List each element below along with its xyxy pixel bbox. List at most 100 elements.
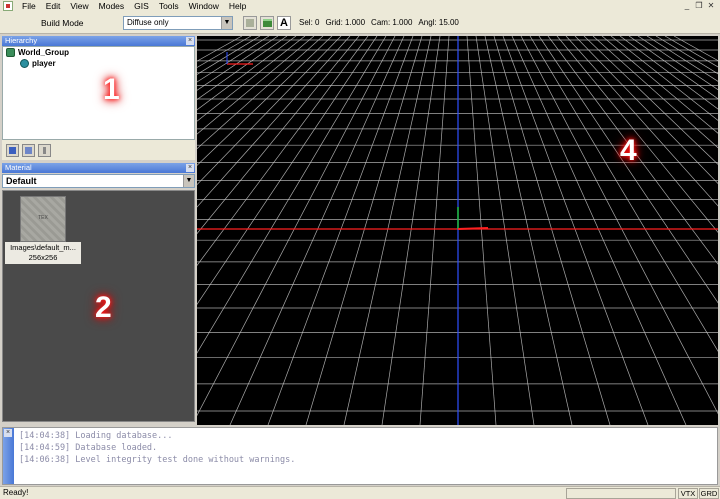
grid-line — [343, 36, 432, 425]
menu-tools[interactable]: Tools — [154, 0, 184, 12]
terrain-tool-button[interactable] — [260, 15, 274, 30]
grid-line — [547, 36, 718, 265]
chevron-down-icon[interactable]: ▼ — [221, 16, 232, 29]
grid-line — [646, 36, 718, 82]
selection-count: Sel: 0 — [299, 18, 320, 27]
hierarchy-toolbar — [2, 140, 195, 160]
viewport-stats: Sel: 0 Grid: 1.000 Cam: 1.000 Angl: 15.0… — [299, 18, 459, 27]
grid-line — [267, 36, 414, 425]
sort-icon — [9, 146, 16, 154]
grid-line — [197, 36, 252, 68]
grid-line — [475, 36, 535, 425]
minimize-icon[interactable]: _ — [682, 1, 692, 11]
grid-line — [229, 36, 405, 425]
tree-item-label: World_Group — [18, 48, 69, 57]
grid-size: Grid: 1.000 — [325, 18, 366, 27]
menu-modes[interactable]: Modes — [94, 0, 130, 12]
grid-line — [466, 36, 497, 425]
wireframe-tool-button[interactable] — [243, 15, 257, 30]
grid-line — [574, 36, 718, 185]
window-controls: _ ❒ ✕ — [682, 1, 720, 11]
grid-line — [197, 36, 306, 122]
menu-bar: File Edit View Modes GIS Tools Window He… — [0, 0, 720, 12]
grd-indicator[interactable]: GRD — [699, 488, 719, 499]
menu-view[interactable]: View — [65, 0, 93, 12]
log-line: [14:04:38] Loading database... — [19, 431, 173, 441]
grid-line — [197, 36, 387, 354]
console-title-strip: × — [3, 428, 14, 484]
material-thumbnail[interactable]: TEX — [20, 196, 66, 242]
grid-line — [381, 36, 441, 425]
menu-gis[interactable]: GIS — [129, 0, 154, 12]
grid-line — [197, 36, 261, 75]
angle-snap: Angl: 15.00 — [418, 18, 459, 27]
grid-line — [197, 36, 351, 208]
grid-line — [197, 36, 315, 135]
grid-line — [197, 36, 360, 235]
material-select[interactable]: Default ▼ — [2, 174, 195, 188]
hierarchy-title-text: Hierarchy — [5, 36, 38, 45]
render-mode-value: Diffuse only — [127, 18, 169, 27]
grid-line — [565, 36, 718, 207]
toolbar: Build Mode Diffuse only ▼ A Sel: 0 Grid:… — [0, 12, 720, 34]
grid-line — [197, 36, 396, 417]
tree-item-player[interactable]: player — [3, 58, 194, 69]
3d-viewport[interactable] — [197, 36, 718, 425]
tree-item-label: player — [32, 59, 56, 68]
material-item-label[interactable]: Images\default_m... 256x256 — [5, 242, 81, 264]
options-icon — [43, 146, 46, 154]
filter-button[interactable] — [22, 143, 35, 157]
hierarchy-tree: World_Group player — [2, 46, 195, 140]
material-item-path: Images\default_m... — [10, 243, 76, 252]
restore-icon[interactable]: ❒ — [694, 1, 704, 11]
grid-line — [197, 36, 279, 91]
grid-line — [628, 36, 718, 100]
viewport-grid — [197, 36, 718, 425]
grid-line — [520, 36, 718, 415]
chevron-down-icon[interactable]: ▼ — [183, 175, 194, 187]
menu-edit[interactable]: Edit — [41, 0, 66, 12]
grid-line — [529, 36, 718, 352]
sort-button[interactable] — [6, 143, 19, 157]
grid-line — [197, 36, 324, 150]
terrain-icon — [262, 18, 272, 27]
hierarchy-panel-title: Hierarchy × — [2, 36, 195, 46]
grid-line — [197, 36, 342, 186]
vtx-indicator[interactable]: VTX — [678, 488, 698, 499]
grid-line — [484, 36, 573, 425]
grid-line — [592, 36, 718, 149]
log-line: [14:04:59] Database loaded. — [19, 443, 158, 453]
text-tool-button[interactable]: A — [277, 15, 291, 30]
close-icon[interactable]: ✕ — [706, 1, 716, 11]
material-select-value: Default — [6, 176, 37, 186]
grid-line — [619, 36, 718, 110]
menu-file[interactable]: File — [17, 0, 41, 12]
thumbnail-caption: TEX — [38, 215, 48, 221]
status-text: Ready! — [3, 488, 29, 497]
material-title-text: Material — [5, 163, 32, 172]
options-button[interactable] — [38, 143, 51, 157]
grid-line — [511, 36, 687, 425]
grid-line — [538, 36, 718, 304]
grid-line — [197, 36, 378, 305]
app-icon[interactable] — [3, 1, 13, 11]
grid-line — [637, 36, 718, 91]
build-mode-label: Build Mode — [41, 17, 84, 28]
menu-window[interactable]: Window — [184, 0, 224, 12]
group-icon — [6, 48, 15, 57]
close-icon[interactable]: × — [4, 429, 12, 437]
grid-line — [305, 36, 423, 425]
callout-2: 2 — [95, 291, 112, 324]
grid-line — [502, 36, 649, 425]
material-item-size: 256x256 — [28, 253, 58, 262]
wireframe-icon — [246, 18, 254, 27]
render-mode-select[interactable]: Diffuse only ▼ — [123, 15, 233, 30]
callout-4: 4 — [620, 134, 637, 167]
grid-line — [493, 36, 611, 425]
close-icon[interactable]: × — [186, 164, 194, 172]
menu-help[interactable]: Help — [224, 0, 251, 12]
grid-line — [419, 36, 450, 425]
tree-item-world-group[interactable]: World_Group — [3, 47, 194, 58]
callout-1: 1 — [103, 73, 120, 106]
close-icon[interactable]: × — [186, 37, 194, 45]
